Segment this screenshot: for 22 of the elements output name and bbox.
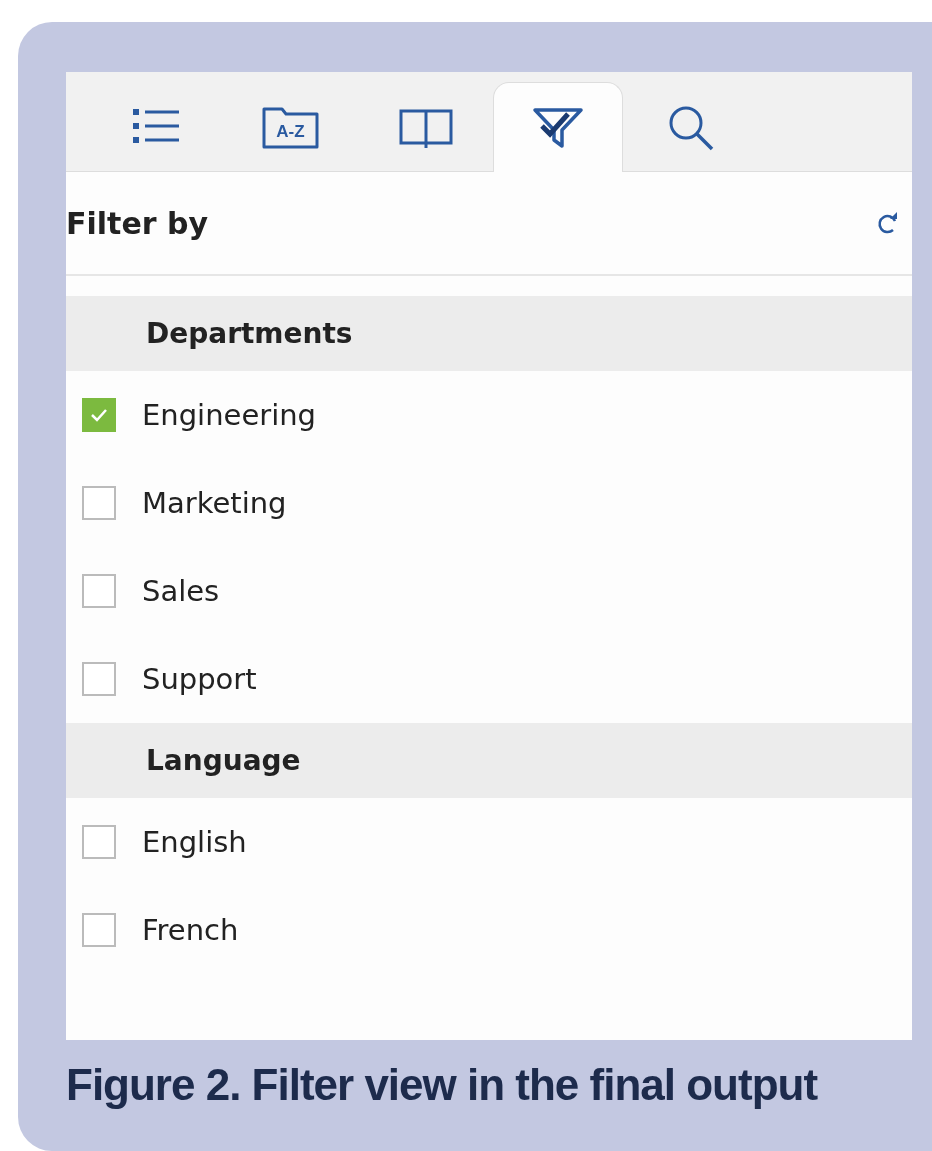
filter-icon [532, 105, 584, 150]
checkbox-label: Sales [142, 574, 220, 608]
checkbox[interactable] [82, 825, 116, 859]
group-title: Departments [146, 317, 353, 350]
checkbox[interactable] [82, 486, 116, 520]
checkbox-label: Support [142, 662, 257, 696]
figure-caption: Figure 2. Filter view in the final output [66, 1060, 819, 1110]
checkbox[interactable] [82, 398, 116, 432]
folder-icon: A-Z [260, 105, 321, 151]
check-icon [89, 407, 109, 423]
refresh-icon[interactable] [876, 211, 900, 235]
checkbox[interactable] [82, 913, 116, 947]
tab[interactable]: A-Z [223, 84, 358, 172]
checkbox-label: French [142, 913, 239, 947]
checkbox[interactable] [82, 574, 116, 608]
checkbox-label: Marketing [142, 486, 287, 520]
group-title: Language [146, 744, 301, 777]
checkbox-label: Engineering [142, 398, 316, 432]
checkbox[interactable] [82, 662, 116, 696]
panel-title: Filter by [66, 205, 209, 241]
checkbox-label: English [142, 825, 247, 859]
tab[interactable] [493, 82, 623, 172]
